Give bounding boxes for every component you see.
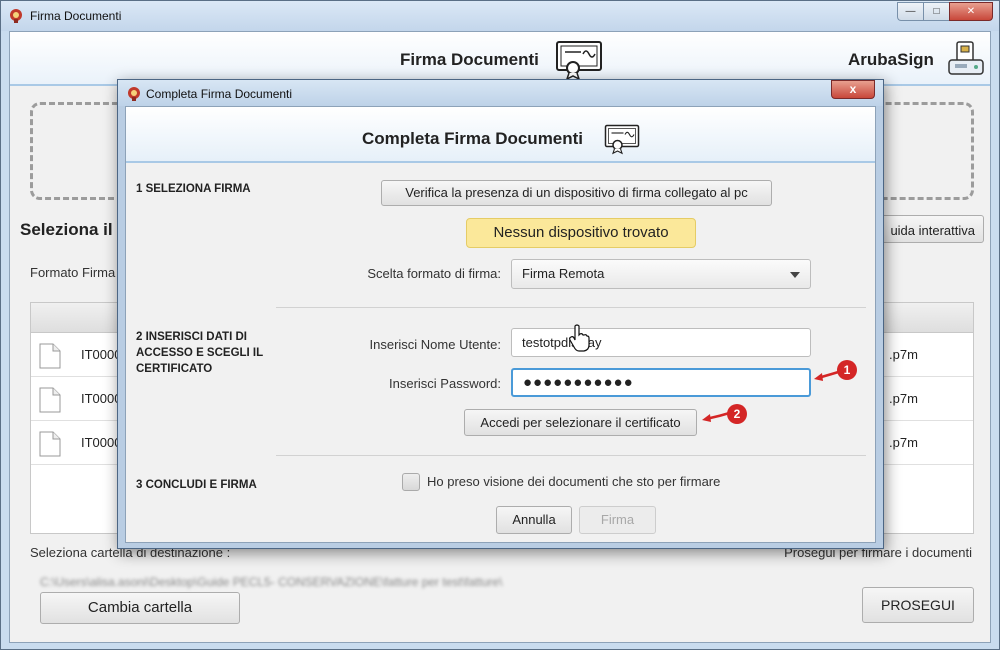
dialog-header: Completa Firma Documenti <box>126 107 875 163</box>
document-name: IT0000 <box>81 347 122 362</box>
main-titlebar: Firma Documenti — □ ✕ <box>1 1 999 31</box>
dialog-close-button[interactable]: x <box>831 80 875 99</box>
divider <box>276 455 866 456</box>
username-label: Inserisci Nome Utente: <box>369 337 502 352</box>
hand-cursor-icon <box>569 324 590 352</box>
main-window-title: Firma Documenti <box>30 9 122 23</box>
annotation-badge-1: 1 <box>837 360 857 380</box>
file-icon <box>39 343 61 369</box>
sign-button[interactable]: Firma <box>579 506 656 534</box>
smartcard-reader-icon <box>948 41 984 75</box>
certificate-icon <box>556 41 602 80</box>
window-controls: — □ ✕ <box>897 2 993 21</box>
app-icon <box>10 9 22 23</box>
document-name: IT0000 <box>81 435 122 450</box>
password-input[interactable]: ●●●●●●●●●●● <box>511 368 811 397</box>
document-extension: .p7m <box>889 435 918 450</box>
document-name: IT0000 <box>81 391 122 406</box>
verify-device-button[interactable]: Verifica la presenza di un dispositivo d… <box>381 180 772 206</box>
complete-signature-dialog: Completa Firma Documenti x Completa Firm… <box>117 79 884 549</box>
annotation-badge-2: 2 <box>727 404 747 424</box>
minimize-button[interactable]: — <box>897 2 923 21</box>
confirm-documents-checkbox[interactable] <box>402 473 420 491</box>
brand-name: ArubaSign <box>848 50 934 69</box>
cancel-button[interactable]: Annulla <box>496 506 572 534</box>
document-extension: .p7m <box>889 347 918 362</box>
dialog-titlebar: Completa Firma Documenti x <box>118 80 883 106</box>
signature-format-label: Formato Firma <box>30 265 116 280</box>
chevron-down-icon <box>790 272 800 278</box>
signature-format-label: Scelta formato di firma: <box>367 266 501 281</box>
dialog-heading: Completa Firma Documenti <box>362 129 584 148</box>
password-label: Inserisci Password: <box>389 376 501 391</box>
document-extension: .p7m <box>889 391 918 406</box>
main-header: Firma Documenti ArubaSign <box>10 32 990 86</box>
destination-path: C:\Users\alisa.asoni\Desktop\Guide PECL5… <box>40 575 503 589</box>
close-button[interactable]: ✕ <box>949 2 993 21</box>
signature-format-value: Firma Remota <box>522 266 605 281</box>
file-icon <box>39 387 61 413</box>
username-input[interactable]: testotpdisplay <box>511 328 811 357</box>
step1-label: 1 SELEZIONA FIRMA <box>136 183 251 195</box>
dialog-title: Completa Firma Documenti <box>146 87 293 101</box>
interactive-guide-button[interactable]: uida interattiva <box>872 215 984 243</box>
step3-label: 3 CONCLUDI E FIRMA <box>136 479 257 491</box>
confirm-documents-label[interactable]: Ho preso visione dei documenti che sto p… <box>427 474 720 489</box>
no-device-notice: Nessun dispositivo trovato <box>466 218 696 248</box>
access-certificate-button[interactable]: Accedi per selezionare il certificato <box>464 409 697 436</box>
select-documents-heading: Seleziona il <box>20 220 113 239</box>
maximize-button[interactable]: □ <box>923 2 949 21</box>
step2-label: 2 INSERISCI DATI DI ACCESSO E SCEGLI IL … <box>136 331 263 375</box>
file-icon <box>39 431 61 457</box>
page-title: Firma Documenti <box>400 50 539 69</box>
certificate-icon <box>604 124 640 155</box>
dialog-client-area: Completa Firma Documenti 1 SELEZIONA FIR… <box>125 106 876 543</box>
divider <box>276 307 866 308</box>
change-folder-button[interactable]: Cambia cartella <box>40 592 240 624</box>
app-icon <box>128 87 140 101</box>
signature-format-select[interactable]: Firma Remota <box>511 259 811 289</box>
proceed-button[interactable]: PROSEGUI <box>862 587 974 623</box>
